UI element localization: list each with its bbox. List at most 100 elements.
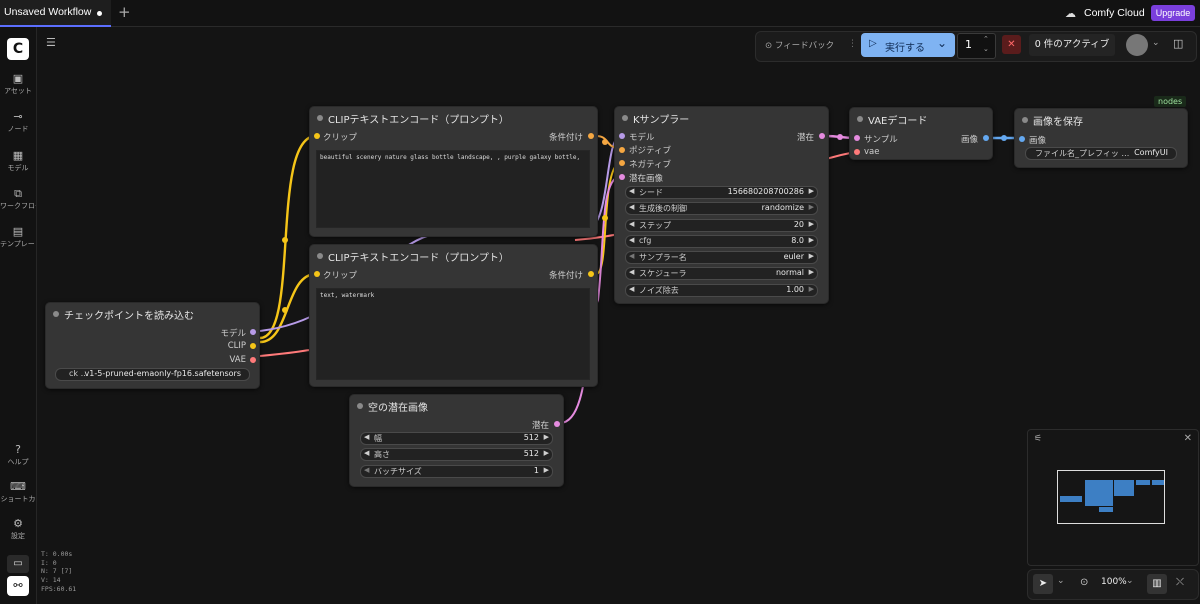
arrow-left-icon[interactable]: ◀	[629, 187, 634, 195]
collapse-dot-icon[interactable]	[1022, 117, 1028, 123]
output-slot-dot[interactable]	[250, 357, 256, 363]
arrow-right-icon[interactable]: ▶	[544, 433, 549, 441]
output-slot-dot[interactable]	[983, 135, 989, 141]
sidebar-item-shortcuts[interactable]: ⌨ ショートカ	[0, 480, 36, 504]
arrow-right-icon[interactable]: ▶	[809, 187, 814, 195]
denoise-widget[interactable]: ◀ ノイズ除去 1.00 ▶	[625, 284, 818, 297]
arrow-left-icon[interactable]: ◀	[629, 203, 634, 211]
input-slot-dot[interactable]	[314, 271, 320, 277]
output-slot-dot[interactable]	[588, 271, 594, 277]
chevron-down-icon[interactable]: ⌄	[1126, 576, 1134, 586]
batch-count-input[interactable]: 1 ⌃ ⌄	[957, 33, 996, 59]
link-visibility-icon[interactable]: ⤬	[1176, 577, 1184, 588]
increment-icon[interactable]: ⌃	[983, 35, 989, 43]
upgrade-button[interactable]: Upgrade	[1151, 5, 1195, 21]
collapse-dot-icon[interactable]	[357, 403, 363, 409]
scheduler-widget[interactable]: ◀ スケジューラ normal ▶	[625, 267, 818, 280]
arrow-left-icon[interactable]: ◀	[629, 252, 634, 260]
pointer-icon[interactable]: ➤	[1033, 574, 1053, 594]
collapse-dot-icon[interactable]	[53, 311, 59, 317]
minimap-toggle-icon[interactable]: ▥	[1147, 574, 1167, 594]
fit-view-icon[interactable]: ⊙	[1080, 577, 1088, 588]
output-slot-dot[interactable]	[250, 343, 256, 349]
empty-latent-image-node[interactable]: 空の潜在画像 潜在 ◀ 幅 512 ▶ ◀ 高さ 512 ▶ ◀ バッチサイズ 1 ▶	[349, 394, 564, 487]
input-slot-dot[interactable]	[854, 135, 860, 141]
input-slot-dot[interactable]	[619, 160, 625, 166]
arrow-right-icon[interactable]: ▶	[544, 449, 549, 457]
arrow-left-icon[interactable]: ◀	[629, 220, 634, 228]
panel-right-icon[interactable]: ◫	[1173, 37, 1183, 50]
sidebar-item-templates[interactable]: ▤ テンプレート	[0, 225, 36, 249]
feedback-button[interactable]: ⊙ フィードバック	[765, 39, 834, 51]
arrow-left-icon[interactable]: ◀	[364, 466, 369, 474]
output-slot-dot[interactable]	[588, 133, 594, 139]
sidebar-item-nodes[interactable]: ⊸ ノード	[0, 110, 36, 134]
menu-icon[interactable]: ☰	[46, 36, 56, 49]
run-button[interactable]: ▷ 実行する ⌄	[861, 33, 955, 57]
chevron-down-icon[interactable]: ⌄	[937, 36, 947, 50]
prompt-textarea[interactable]: beautiful scenery nature glass bottle la…	[316, 150, 590, 228]
avatar[interactable]	[1126, 34, 1148, 56]
sidebar-item-workflows[interactable]: ⧉ ワークフロー	[0, 187, 36, 211]
sidebar-item-settings[interactable]: ⚙ 設定	[0, 517, 36, 541]
chevron-down-icon[interactable]: ⌄	[1152, 38, 1160, 48]
collapse-dot-icon[interactable]	[622, 115, 628, 121]
arrow-left-icon[interactable]: ◀	[629, 236, 634, 244]
collapse-dot-icon[interactable]	[857, 116, 863, 122]
arrow-right-icon[interactable]: ▶	[809, 252, 814, 260]
decrement-icon[interactable]: ⌄	[983, 45, 989, 53]
collapse-dot-icon[interactable]	[317, 115, 323, 121]
input-slot-dot[interactable]	[854, 149, 860, 155]
filename-prefix-widget[interactable]: ファイル名_プレフィッ … ComfyUI	[1025, 147, 1177, 160]
minimap-panel[interactable]: ⚟ ✕	[1027, 429, 1199, 566]
input-slot-dot[interactable]	[619, 133, 625, 139]
steps-widget[interactable]: ◀ ステップ 20 ▶	[625, 219, 818, 232]
height-widget[interactable]: ◀ 高さ 512 ▶	[360, 448, 553, 461]
sidebar-item-assets[interactable]: ▣ アセット	[0, 72, 36, 96]
input-slot-dot[interactable]	[314, 133, 320, 139]
comfy-logo-icon[interactable]: C	[7, 38, 29, 60]
arrow-left-icon[interactable]: ◀	[629, 268, 634, 276]
arrow-right-icon[interactable]: ▶	[544, 466, 549, 474]
clip-text-encode-node-positive[interactable]: CLIPテキストエンコード（プロンプト） クリップ 条件付け beautiful…	[309, 106, 598, 237]
input-slot-dot[interactable]	[619, 147, 625, 153]
output-slot-dot[interactable]	[250, 329, 256, 335]
sidebar-item-help[interactable]: ? ヘルプ	[0, 443, 36, 467]
active-queue-label[interactable]: 0 件のアクティブ	[1029, 34, 1115, 56]
control-after-generate-widget[interactable]: ◀ 生成後の制御 randomize ▶	[625, 202, 818, 215]
sampler-name-widget[interactable]: ◀ サンプラー名 euler ▶	[625, 251, 818, 264]
arrow-right-icon[interactable]: ▶	[809, 203, 814, 211]
close-icon[interactable]: ✕	[1184, 433, 1192, 444]
panel-toggle-icon[interactable]: ▭	[7, 555, 29, 573]
arrow-left-icon[interactable]: ◀	[364, 449, 369, 457]
arrow-right-icon[interactable]: ▶	[809, 285, 814, 293]
arrow-right-icon[interactable]: ▶	[809, 220, 814, 228]
clip-text-encode-node-negative[interactable]: CLIPテキストエンコード（プロンプト） クリップ 条件付け text, wat…	[309, 244, 598, 387]
settings-sliders-icon[interactable]: ⚟	[1034, 434, 1042, 444]
arrow-left-icon[interactable]: ◀	[629, 285, 634, 293]
sidebar-item-models[interactable]: ▦ モデル	[0, 149, 36, 173]
seed-widget[interactable]: ◀ シード 156680208700286 ▶	[625, 186, 818, 199]
graph-view-icon[interactable]: ⚯	[7, 576, 29, 596]
input-slot-dot[interactable]	[1019, 136, 1025, 142]
output-slot-dot[interactable]	[819, 133, 825, 139]
collapse-dot-icon[interactable]	[317, 253, 323, 259]
cfg-widget[interactable]: ◀ cfg 8.0 ▶	[625, 235, 818, 248]
ksampler-node[interactable]: Kサンプラー モデル ポジティブ ネガティブ 潜在画像 潜在 ◀ シード 15668…	[614, 106, 829, 304]
ckpt-name-widget[interactable]: ck … v1-5-pruned-emaonly-fp16.safetensor…	[55, 368, 250, 381]
vae-decode-node[interactable]: VAEデコード サンプル vae 画像	[849, 107, 993, 160]
input-slot-dot[interactable]	[619, 174, 625, 180]
width-widget[interactable]: ◀ 幅 512 ▶	[360, 432, 553, 445]
cancel-run-button[interactable]: ✕	[1002, 35, 1021, 54]
prompt-textarea[interactable]: text, watermark	[316, 288, 590, 380]
chevron-down-icon[interactable]: ⌄	[1057, 576, 1065, 586]
checkpoint-loader-node[interactable]: チェックポイントを読み込む モデル CLIP VAE ck … v1-5-pru…	[45, 302, 260, 389]
arrow-right-icon[interactable]: ▶	[809, 236, 814, 244]
zoom-level[interactable]: 100%	[1101, 577, 1127, 587]
arrow-right-icon[interactable]: ▶	[809, 268, 814, 276]
batch-size-widget[interactable]: ◀ バッチサイズ 1 ▶	[360, 465, 553, 478]
new-tab-plus-icon[interactable]: +	[118, 3, 131, 21]
arrow-left-icon[interactable]: ◀	[364, 433, 369, 441]
save-image-node[interactable]: 画像を保存 画像 ファイル名_プレフィッ … ComfyUI	[1014, 108, 1188, 168]
output-slot-dot[interactable]	[554, 421, 560, 427]
